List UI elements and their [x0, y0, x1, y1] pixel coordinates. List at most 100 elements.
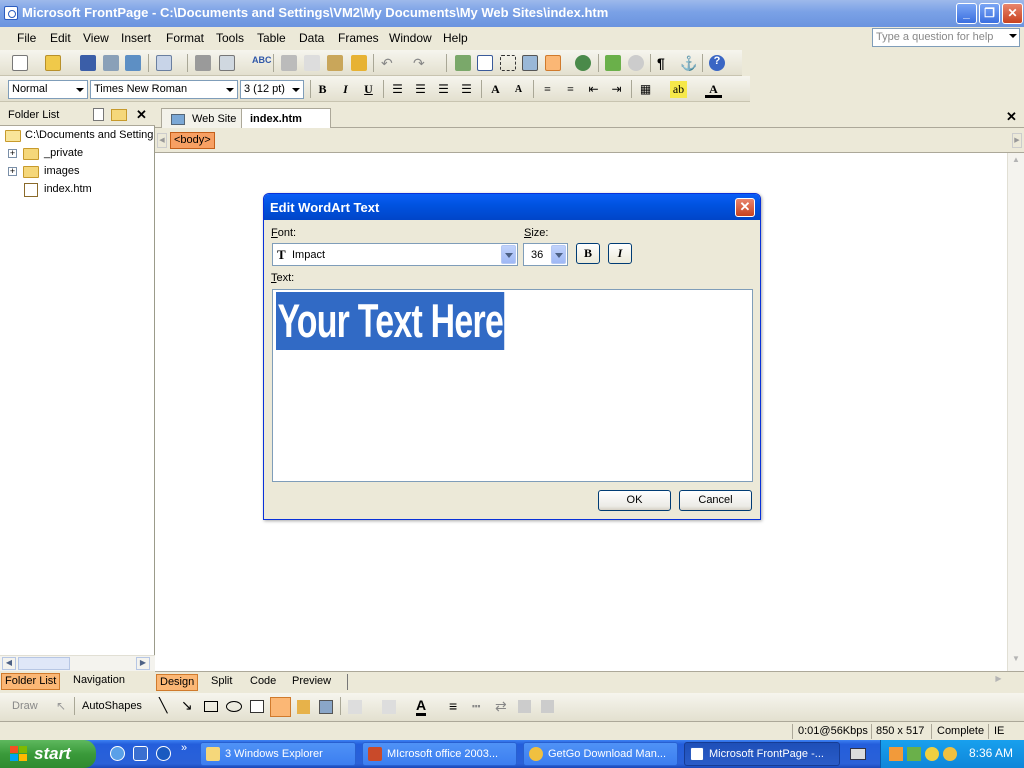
- media-player-icon[interactable]: [156, 746, 171, 761]
- insert-table-icon[interactable]: [477, 55, 493, 71]
- search-icon[interactable]: [103, 55, 119, 71]
- close-pane-icon[interactable]: ✕: [136, 107, 147, 123]
- tag-scroll-right-icon[interactable]: ▶: [1012, 133, 1022, 148]
- chevron-down-icon[interactable]: [501, 245, 516, 264]
- arrow-icon[interactable]: ↘: [181, 697, 193, 714]
- oval-icon[interactable]: [226, 701, 242, 712]
- menu-view[interactable]: View: [83, 31, 109, 45]
- tag-scroll-left-icon[interactable]: ◀: [157, 133, 167, 148]
- tray-getgo-icon[interactable]: [943, 747, 957, 761]
- numbered-list-icon[interactable]: ≡: [539, 81, 556, 98]
- underline-button[interactable]: U: [360, 81, 377, 98]
- tab-navigation[interactable]: Navigation: [70, 673, 128, 690]
- body-tag[interactable]: <body>: [170, 132, 215, 149]
- wordart-icon[interactable]: [270, 697, 291, 717]
- new-page-icon[interactable]: [93, 108, 104, 121]
- tab-split[interactable]: Split: [208, 674, 235, 691]
- outlook-icon[interactable]: [133, 746, 148, 761]
- shadow-icon[interactable]: [518, 700, 531, 713]
- minimize-button[interactable]: _: [956, 3, 977, 24]
- preview-icon[interactable]: [219, 55, 235, 71]
- task-getgo[interactable]: GetGo Download Man...: [523, 742, 678, 766]
- expand-icon[interactable]: +: [8, 167, 17, 176]
- save-icon[interactable]: [80, 55, 96, 71]
- arrow-style-icon[interactable]: ⇄: [495, 698, 507, 715]
- increase-indent-icon[interactable]: ⇥: [608, 81, 625, 98]
- font-select[interactable]: Times New Roman: [90, 80, 238, 99]
- dash-style-icon[interactable]: ┅: [472, 698, 480, 715]
- tab-design[interactable]: Design: [156, 674, 199, 691]
- keyboard-icon[interactable]: [850, 748, 866, 760]
- page-dimensions[interactable]: 850 x 517: [876, 725, 924, 737]
- line-style-icon[interactable]: ≡: [449, 698, 457, 714]
- redo-icon[interactable]: ↷: [413, 55, 429, 71]
- menu-file[interactable]: File: [17, 31, 36, 45]
- expand-icon[interactable]: +: [8, 149, 17, 158]
- tray-network-icon[interactable]: [907, 747, 921, 761]
- highlight-icon[interactable]: ab: [670, 81, 687, 98]
- menu-window[interactable]: Window: [389, 31, 432, 45]
- web-component-icon[interactable]: [455, 55, 471, 71]
- ok-button[interactable]: OK: [598, 490, 671, 511]
- open-icon[interactable]: [45, 55, 61, 71]
- justify-icon[interactable]: ☰: [458, 81, 475, 98]
- start-button[interactable]: start: [0, 740, 96, 768]
- text-box-icon[interactable]: [250, 700, 264, 713]
- tree-item-private[interactable]: + _private: [0, 145, 155, 163]
- italic-toggle[interactable]: I: [608, 243, 632, 264]
- insert-picture-icon[interactable]: [522, 55, 538, 71]
- style-select[interactable]: Normal: [8, 80, 88, 99]
- line-icon[interactable]: ╲: [159, 697, 167, 714]
- autoshapes-menu[interactable]: AutoShapes: [82, 700, 142, 712]
- clock[interactable]: 8:36 AM: [969, 746, 1013, 760]
- tree-item-images[interactable]: + images: [0, 163, 155, 181]
- tab-preview[interactable]: Preview: [289, 674, 334, 691]
- copy-icon[interactable]: [304, 55, 320, 71]
- drawing-icon[interactable]: [545, 55, 561, 71]
- close-icon[interactable]: ✕: [735, 198, 755, 217]
- scroll-thumb[interactable]: [18, 657, 70, 670]
- font-color-icon[interactable]: A: [705, 81, 722, 98]
- scroll-right-icon[interactable]: ▶: [136, 657, 150, 670]
- close-document-icon[interactable]: ✕: [1006, 109, 1017, 125]
- tab-folder-list[interactable]: Folder List: [1, 673, 61, 690]
- menu-format[interactable]: Format: [166, 31, 204, 45]
- paste-icon[interactable]: [327, 55, 343, 71]
- menu-frames[interactable]: Frames: [338, 31, 379, 45]
- quick-launch-expand-icon[interactable]: »: [181, 742, 187, 754]
- insert-layer-icon[interactable]: [500, 55, 516, 71]
- rectangle-icon[interactable]: [204, 701, 218, 712]
- browser-compat[interactable]: IE: [994, 725, 1004, 737]
- menu-edit[interactable]: Edit: [50, 31, 71, 45]
- 3d-icon[interactable]: [541, 700, 554, 713]
- close-button[interactable]: ✕: [1002, 3, 1023, 24]
- new-page-icon[interactable]: [12, 55, 28, 71]
- publish-icon[interactable]: [125, 55, 141, 71]
- task-frontpage[interactable]: Microsoft FrontPage -...: [684, 742, 840, 766]
- line-color-icon[interactable]: [382, 700, 396, 714]
- borders-icon[interactable]: ▦: [637, 81, 654, 98]
- scroll-left-icon[interactable]: ◀: [2, 657, 16, 670]
- font-dropdown[interactable]: T Impact: [272, 243, 518, 266]
- tree-root[interactable]: C:\Documents and Setting: [0, 127, 155, 145]
- cut-icon[interactable]: [281, 55, 297, 71]
- draw-menu[interactable]: Draw: [12, 700, 38, 712]
- tab-code[interactable]: Code: [247, 674, 279, 691]
- task-windows-explorer[interactable]: 3 Windows Explorer: [200, 742, 356, 766]
- chevron-down-icon[interactable]: [1009, 34, 1017, 42]
- tray-app-icon[interactable]: [889, 747, 903, 761]
- frontpage-app-icon[interactable]: [4, 6, 18, 20]
- font-color-icon[interactable]: A: [416, 697, 427, 716]
- refresh-icon[interactable]: [605, 55, 621, 71]
- print-icon[interactable]: [195, 55, 211, 71]
- tree-item-index[interactable]: index.htm: [0, 181, 155, 199]
- new-folder-icon[interactable]: [111, 109, 127, 121]
- italic-button[interactable]: I: [337, 81, 354, 98]
- chevron-down-icon[interactable]: [551, 245, 566, 264]
- wordart-text-input[interactable]: Your Text Here: [272, 289, 753, 482]
- help-icon[interactable]: ?: [709, 55, 725, 71]
- menu-tools[interactable]: Tools: [216, 31, 244, 45]
- scroll-right-icon[interactable]: ▶: [991, 674, 1006, 689]
- decrease-font-icon[interactable]: A: [510, 81, 527, 98]
- cancel-button[interactable]: Cancel: [679, 490, 752, 511]
